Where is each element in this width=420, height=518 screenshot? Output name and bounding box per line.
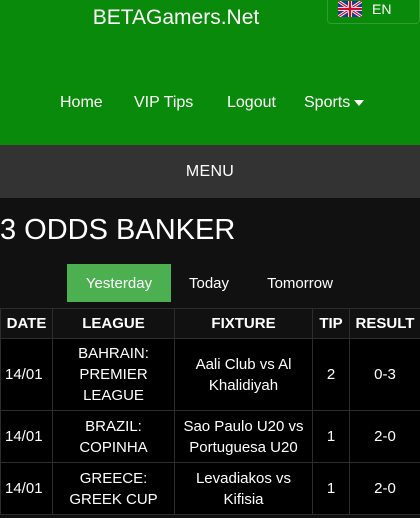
row-date: 14/01 <box>0 338 53 411</box>
row-league: GREECE: GREEK CUP <box>52 462 175 515</box>
row-tip: 1 <box>312 410 350 463</box>
header-tip: TIP <box>312 308 350 339</box>
tab-yesterday[interactable]: Yesterday <box>67 264 171 302</box>
row-date: 14/01 <box>0 462 53 515</box>
odds-table: DATE LEAGUE FIXTURE TIP RESULT 14/01 BAH… <box>0 308 420 515</box>
header-fixture: FIXTURE <box>174 308 313 339</box>
uk-flag-icon <box>338 1 362 17</box>
tab-today[interactable]: Today <box>177 264 241 302</box>
row-tip: 2 <box>312 338 350 411</box>
table-row: 14/01 BRAZIL: COPINHA Sao Paulo U20 vs P… <box>0 410 420 463</box>
main-nav: Home VIP Tips Logout Sports <box>0 94 420 116</box>
row-fixture: Aali Club vs Al Khalidiyah <box>174 338 313 411</box>
row-result: 0-3 <box>349 338 420 411</box>
row-league: BAHRAIN: PREMIER LEAGUE <box>52 338 175 411</box>
table-header-row: DATE LEAGUE FIXTURE TIP RESULT <box>0 308 420 339</box>
header-result: RESULT <box>349 308 420 339</box>
row-fixture: Levadiakos vs Kifisia <box>174 462 313 515</box>
row-league: BRAZIL: COPINHA <box>52 410 175 463</box>
nav-sports-label: Sports <box>304 94 351 111</box>
nav-sports[interactable]: Sports <box>304 94 365 112</box>
tab-tomorrow[interactable]: Tomorrow <box>252 264 348 302</box>
language-label: EN <box>372 1 392 17</box>
site-header: BETAGamers.Net EN Home VIP Tips Logout S… <box>0 0 420 145</box>
table-row: 14/01 BAHRAIN: PREMIER LEAGUE Aali Club … <box>0 338 420 411</box>
nav-logout[interactable]: Logout <box>227 94 276 112</box>
site-title[interactable]: BETAGamers.Net <box>0 6 352 30</box>
row-result: 2-0 <box>349 410 420 463</box>
caret-down-icon <box>354 99 365 106</box>
header-league: LEAGUE <box>52 308 175 339</box>
menu-toggle[interactable]: MENU <box>0 145 420 198</box>
row-fixture: Sao Paulo U20 vs Portuguesa U20 <box>174 410 313 463</box>
nav-vip-tips[interactable]: VIP Tips <box>134 94 193 112</box>
row-date: 14/01 <box>0 410 53 463</box>
row-tip: 1 <box>312 462 350 515</box>
row-result: 2-0 <box>349 462 420 515</box>
day-tabs: Yesterday Today Tomorrow <box>0 264 420 302</box>
header-date: DATE <box>0 308 53 339</box>
language-selector[interactable]: EN <box>327 0 420 24</box>
nav-home[interactable]: Home <box>60 94 103 112</box>
table-row: 14/01 GREECE: GREEK CUP Levadiakos vs Ki… <box>0 462 420 515</box>
page-title: 3 ODDS BANKER <box>0 214 236 246</box>
